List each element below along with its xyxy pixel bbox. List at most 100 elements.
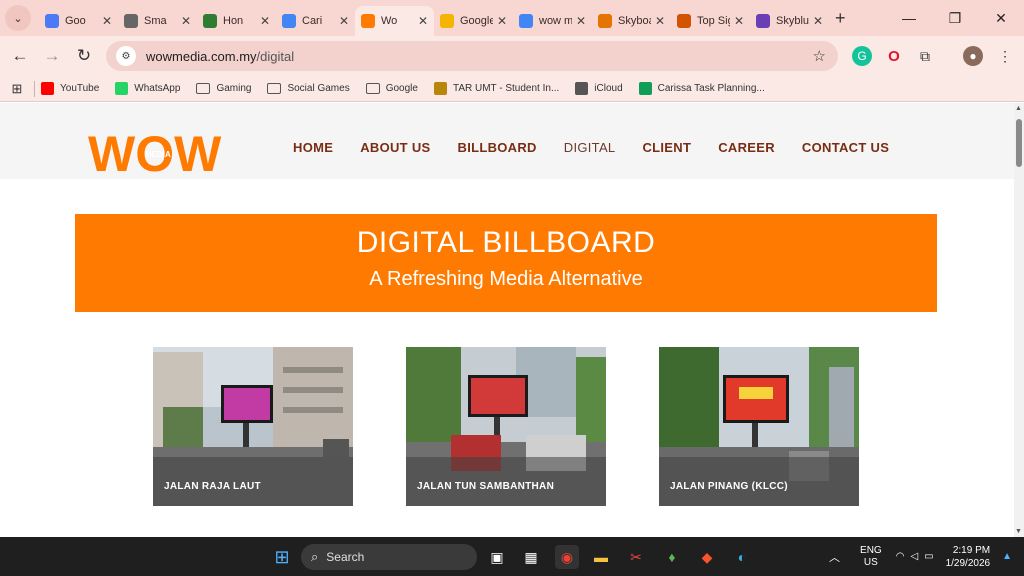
spark-app-icon[interactable]: ♦ <box>660 545 684 569</box>
taskbar-search[interactable]: ⌕ Search <box>301 544 477 570</box>
site-header: WOW MEDIA HOME ABOUT US BILLBOARD DIGITAL CL… <box>0 103 1014 179</box>
bookmark-label: iCloud <box>594 83 623 94</box>
forward-button[interactable]: → <box>36 46 68 66</box>
bookmark-item[interactable]: YouTube <box>41 82 99 95</box>
tab-search-button[interactable]: ⌄ <box>5 5 31 31</box>
bookmark-item[interactable]: Gaming <box>196 83 251 94</box>
scroll-down-arrow-icon[interactable]: ▼ <box>1015 528 1022 535</box>
battery-icon[interactable]: ▭ <box>924 551 933 562</box>
clock[interactable]: 2:19 PM 1/29/2026 <box>946 544 991 570</box>
nav-home[interactable]: HOME <box>293 140 333 155</box>
windows-taskbar: ⊞ ⌕ Search ▣ ▦ ◉ ▬ ✂ ♦ ◆ ◐ ︿ ENG US ◠ ◁ … <box>0 537 1024 576</box>
bookmark-item[interactable]: iCloud <box>575 82 623 95</box>
scrollbar-thumb[interactable] <box>1016 119 1022 167</box>
task-view-icon[interactable]: ▣ <box>485 545 509 569</box>
close-tab-icon[interactable]: ✕ <box>576 14 586 28</box>
folder-icon <box>365 83 380 94</box>
wow-media-logo[interactable]: WOW MEDIA <box>88 127 223 175</box>
bookmark-item[interactable]: Social Games <box>267 83 350 94</box>
hero-subtitle: A Refreshing Media Alternative <box>369 268 643 290</box>
browser-toolbar: ← → ↻ ⚙ wowmedia.com.my/digital ☆ G O ⧉ … <box>0 36 1024 76</box>
close-tab-icon[interactable]: ✕ <box>813 14 823 28</box>
file-explorer-icon[interactable]: ▬ <box>589 545 613 569</box>
profile-avatar[interactable]: ● <box>963 46 983 66</box>
brave-icon[interactable]: ◆ <box>695 545 719 569</box>
page-scrollbar[interactable]: ▲ ▼ <box>1014 103 1024 537</box>
browser-tab[interactable]: Sma ✕ <box>118 6 197 36</box>
close-tab-icon[interactable]: ✕ <box>181 14 191 28</box>
close-tab-icon[interactable]: ✕ <box>734 14 744 28</box>
browser-tab[interactable]: Skyboar ✕ <box>592 6 671 36</box>
close-tab-icon[interactable]: ✕ <box>102 14 112 28</box>
scroll-up-arrow-icon[interactable]: ▲ <box>1015 105 1022 112</box>
sheets-icon <box>638 82 652 95</box>
volume-icon[interactable]: ◁ <box>910 551 918 562</box>
chrome-icon[interactable]: ◉ <box>555 545 579 569</box>
skyblue-icon <box>756 14 770 28</box>
nav-digital[interactable]: DIGITAL <box>564 140 616 155</box>
grammarly-icon[interactable]: G <box>852 46 872 66</box>
close-tab-icon[interactable]: ✕ <box>655 14 665 28</box>
browser-tab[interactable]: Hon ✕ <box>197 6 276 36</box>
site-info-icon[interactable]: ⚙ <box>116 46 136 66</box>
whatsapp-icon <box>115 82 129 95</box>
microsoft-store-icon[interactable]: ▦ <box>519 545 543 569</box>
chevron-up-icon[interactable]: ︿ <box>829 549 840 565</box>
bookmarks-list: YouTube WhatsApp Gaming Social Games Google T… <box>41 82 781 95</box>
browser-tab[interactable]: Skyblue ✕ <box>750 6 829 36</box>
wow-icon <box>361 14 375 28</box>
bookmark-item[interactable]: WhatsApp <box>115 82 180 95</box>
location-caption: JALAN PINANG (KLCC) <box>670 481 788 492</box>
nav-about-us[interactable]: ABOUT US <box>360 140 430 155</box>
bookmark-item[interactable]: TAR UMT - Student In... <box>433 82 560 95</box>
reload-button[interactable]: ↻ <box>68 46 100 66</box>
close-tab-icon[interactable]: ✕ <box>339 14 349 28</box>
location-card-raja-laut[interactable]: JALAN RAJA LAUT <box>153 347 353 506</box>
language-indicator[interactable]: ENG US <box>860 545 882 569</box>
browser-tab[interactable]: Google ✕ <box>434 6 513 36</box>
notification-bell-icon[interactable]: ▲ <box>1002 551 1012 562</box>
new-tab-button[interactable]: + <box>835 8 846 29</box>
location-caption: JALAN TUN SAMBANTHAN <box>417 481 555 492</box>
tarumt-icon <box>433 82 447 95</box>
back-button[interactable]: ← <box>4 46 36 66</box>
address-bar[interactable]: ⚙ wowmedia.com.my/digital ☆ <box>106 41 838 71</box>
minimize-button[interactable]: — <box>886 10 932 26</box>
tab-label: Skyblue <box>776 15 809 27</box>
browser-tab[interactable]: Top Sign ✕ <box>671 6 750 36</box>
nav-contact-us[interactable]: CONTACT US <box>802 140 889 155</box>
bookmark-item[interactable]: Google <box>365 83 418 94</box>
browser-tab[interactable]: Wo ✕ <box>355 6 434 36</box>
bookmark-label: TAR UMT - Student In... <box>452 83 560 94</box>
edge-icon[interactable]: ◐ <box>730 545 754 569</box>
restore-button[interactable]: ❐ <box>932 10 978 27</box>
close-window-button[interactable]: ✕ <box>978 10 1024 27</box>
bookmark-item[interactable]: Carissa Task Planning... <box>638 82 765 95</box>
close-tab-icon[interactable]: ✕ <box>260 14 270 28</box>
tab-list: Goo✕Sma✕Hon✕Cari✕Wo✕Google✕wow me✕Skyboa… <box>39 0 829 36</box>
location-card-tun-sambanthan[interactable]: JALAN TUN SAMBANTHAN <box>406 347 606 506</box>
nav-billboard[interactable]: BILLBOARD <box>458 140 537 155</box>
nav-career[interactable]: CAREER <box>718 140 775 155</box>
system-tray: ︿ ENG US ◠ ◁ ▭ 2:19 PM 1/29/2026 ▲ <box>829 537 1024 576</box>
opera-icon[interactable]: O <box>884 46 904 66</box>
tab-label: Top Sign <box>697 15 730 27</box>
nav-client[interactable]: CLIENT <box>642 140 691 155</box>
browser-tab[interactable]: Goo ✕ <box>39 6 118 36</box>
browser-tab[interactable]: wow me ✕ <box>513 6 592 36</box>
close-tab-icon[interactable]: ✕ <box>418 14 428 28</box>
window-controls: — ❐ ✕ <box>886 0 1024 36</box>
bookmarks-divider <box>34 80 35 97</box>
extensions-puzzle-icon[interactable]: ⧉ <box>915 46 935 66</box>
apps-grid-icon[interactable]: ⊞ <box>0 81 34 97</box>
menu-kebab-icon[interactable]: ⋮ <box>995 46 1015 66</box>
windows-start-icon[interactable]: ⊞ <box>270 545 294 569</box>
browser-tab[interactable]: Cari ✕ <box>276 6 355 36</box>
main-navigation: HOME ABOUT US BILLBOARD DIGITAL CLIENT CAREER… <box>293 140 916 155</box>
bookmark-star-icon[interactable]: ☆ <box>813 47 826 65</box>
folder-icon <box>196 83 211 94</box>
close-tab-icon[interactable]: ✕ <box>497 14 507 28</box>
location-card-pinang-klcc[interactable]: JALAN PINANG (KLCC) <box>659 347 859 506</box>
wifi-icon[interactable]: ◠ <box>896 551 905 562</box>
snipping-tool-icon[interactable]: ✂ <box>624 545 648 569</box>
